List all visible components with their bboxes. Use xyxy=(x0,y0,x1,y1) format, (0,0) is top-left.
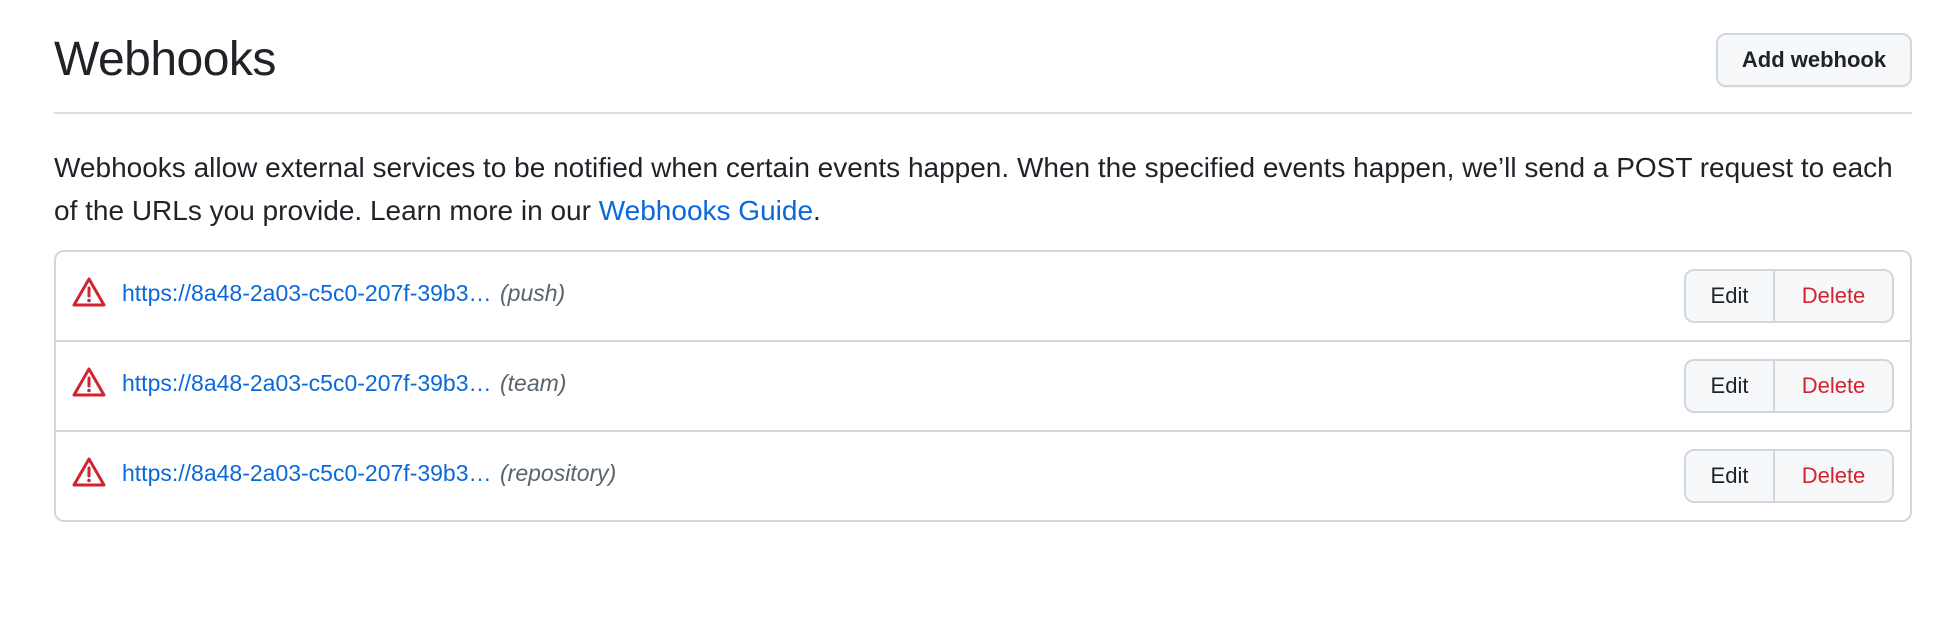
webhook-url-link[interactable]: https://8a48-2a03-c5c0-207f-39b3… xyxy=(122,368,492,398)
delete-webhook-button[interactable]: Delete xyxy=(1775,451,1892,501)
webhooks-description: Webhooks allow external services to be n… xyxy=(54,146,1914,232)
page-title: Webhooks xyxy=(54,33,276,86)
webhooks-guide-link[interactable]: Webhooks Guide xyxy=(599,195,813,226)
description-period: . xyxy=(813,195,821,226)
alert-icon xyxy=(72,367,106,397)
webhook-event-label: (push) xyxy=(500,280,566,306)
webhooks-settings-page: Webhooks Add webhook Webhooks allow exte… xyxy=(0,0,1936,622)
webhook-url-link[interactable]: https://8a48-2a03-c5c0-207f-39b3… xyxy=(122,458,492,488)
add-webhook-button[interactable]: Add webhook xyxy=(1716,33,1912,87)
webhook-event-label: (team) xyxy=(500,370,567,396)
alert-icon xyxy=(72,457,106,487)
webhook-row: https://8a48-2a03-c5c0-207f-39b3… (repos… xyxy=(56,432,1910,520)
delete-webhook-button[interactable]: Delete xyxy=(1775,361,1892,411)
webhook-actions: Edit Delete xyxy=(1684,269,1894,323)
webhook-event-label: (repository) xyxy=(500,460,617,486)
webhook-list: https://8a48-2a03-c5c0-207f-39b3… (push)… xyxy=(54,250,1912,522)
webhook-url-link[interactable]: https://8a48-2a03-c5c0-207f-39b3… xyxy=(122,278,492,308)
page-header: Webhooks Add webhook xyxy=(54,0,1912,114)
edit-webhook-button[interactable]: Edit xyxy=(1686,361,1775,411)
edit-webhook-button[interactable]: Edit xyxy=(1686,451,1775,501)
webhook-row: https://8a48-2a03-c5c0-207f-39b3… (team)… xyxy=(56,342,1910,432)
webhook-actions: Edit Delete xyxy=(1684,449,1894,503)
webhook-row: https://8a48-2a03-c5c0-207f-39b3… (push)… xyxy=(56,252,1910,342)
description-text: Webhooks allow external services to be n… xyxy=(54,152,1893,226)
delete-webhook-button[interactable]: Delete xyxy=(1775,271,1892,321)
webhook-actions: Edit Delete xyxy=(1684,359,1894,413)
edit-webhook-button[interactable]: Edit xyxy=(1686,271,1775,321)
alert-icon xyxy=(72,277,106,307)
